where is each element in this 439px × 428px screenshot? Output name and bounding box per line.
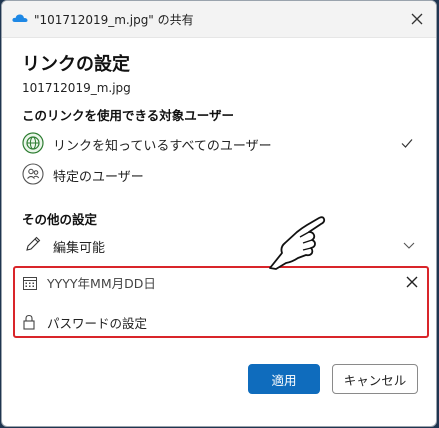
option-specific-people[interactable]: 特定のユーザー <box>20 161 420 189</box>
apply-button[interactable]: 適用 <box>248 364 320 394</box>
checkmark-icon <box>401 139 413 148</box>
permission-label: 編集可能 <box>53 241 106 256</box>
cancel-button[interactable]: キャンセル <box>332 364 418 394</box>
share-dialog: "101712019_m.jpg" の共有 リンクの設定 101712019_m… <box>1 0 437 427</box>
globe-icon <box>22 132 44 154</box>
other-settings-label: その他の設定 <box>22 212 98 227</box>
calendar-icon <box>23 277 37 290</box>
expiry-date-input[interactable] <box>47 273 347 293</box>
lock-icon <box>23 314 35 330</box>
pointing-hand-icon <box>269 216 326 270</box>
title-bar: "101712019_m.jpg" の共有 <box>2 1 436 38</box>
clear-date-icon[interactable] <box>404 274 420 290</box>
audience-section-label: このリンクを使用できる対象ユーザー <box>22 108 235 123</box>
option-label: 特定のユーザー <box>53 170 144 185</box>
page-title: リンクの設定 <box>22 54 130 75</box>
expiry-date-row <box>22 272 422 296</box>
pencil-icon <box>26 236 41 251</box>
option-label: リンクを知っているすべてのユーザー <box>53 139 272 154</box>
onedrive-cloud-icon <box>12 14 28 22</box>
permission-dropdown[interactable]: 編集可能 <box>20 231 420 259</box>
close-icon[interactable] <box>408 10 426 28</box>
set-password-row[interactable]: パスワードの設定 <box>22 310 422 334</box>
window-title: "101712019_m.jpg" の共有 <box>34 13 194 27</box>
people-icon <box>22 163 44 185</box>
file-name: 101712019_m.jpg <box>22 81 131 95</box>
chevron-down-icon <box>403 242 415 249</box>
password-label: パスワードの設定 <box>47 316 148 331</box>
option-anyone-with-link[interactable]: リンクを知っているすべてのユーザー <box>20 130 420 158</box>
